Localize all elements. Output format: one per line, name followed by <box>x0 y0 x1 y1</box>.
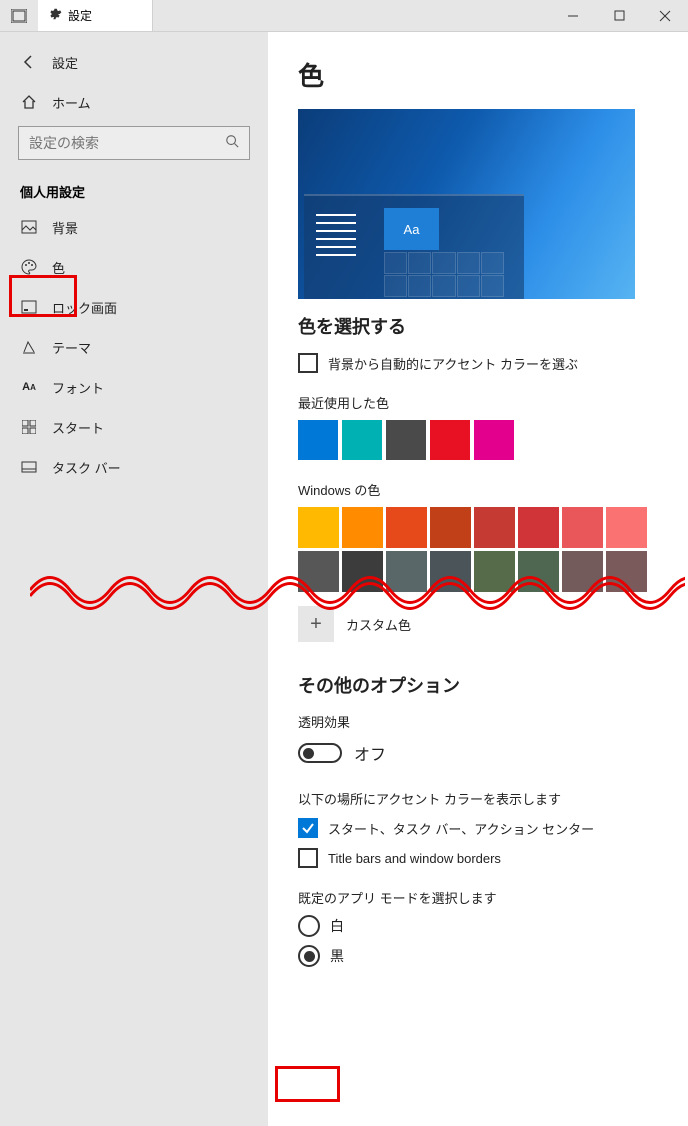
sidebar-item-fonts[interactable]: AA フォント <box>0 367 268 407</box>
sidebar-item-label: 背景 <box>52 218 78 237</box>
sidebar: 設定 ホーム 個人用設定 背景 色 ロック画面 テーマ AA フォン <box>0 32 268 1126</box>
window-controls <box>550 0 688 32</box>
mode-white-row[interactable]: 白 <box>298 915 658 937</box>
page-title: 色 <box>298 56 658 93</box>
minimize-button[interactable] <box>550 0 596 32</box>
preview-sample-text: Aa <box>384 208 439 250</box>
section-title: 個人用設定 <box>0 172 268 207</box>
lockscreen-icon <box>20 300 38 314</box>
sidebar-item-background[interactable]: 背景 <box>0 207 268 247</box>
sidebar-item-label: スタート <box>52 418 104 437</box>
sidebar-item-label: ロック画面 <box>52 298 117 317</box>
custom-color-label: カスタム色 <box>346 615 411 634</box>
theme-icon <box>20 339 38 355</box>
sidebar-item-colors[interactable]: 色 <box>0 247 268 287</box>
checkbox-auto-accent[interactable] <box>298 353 318 373</box>
breadcrumb[interactable]: 設定 <box>0 42 268 82</box>
mode-black-row[interactable]: 黒 <box>298 945 658 967</box>
auto-accent-row[interactable]: 背景から自動的にアクセント カラーを選ぶ <box>298 353 658 373</box>
palette-icon <box>20 259 38 275</box>
color-swatch[interactable] <box>518 551 559 592</box>
color-swatch[interactable] <box>342 420 382 460</box>
color-swatch[interactable] <box>430 507 471 548</box>
home-icon <box>20 94 38 110</box>
gear-icon <box>48 7 62 24</box>
windows-colors <box>298 507 658 592</box>
sidebar-item-label: タスク バー <box>52 458 121 477</box>
tab-title: 設定 <box>68 7 92 24</box>
color-swatch[interactable] <box>562 551 603 592</box>
color-swatch[interactable] <box>298 551 339 592</box>
settings-tab[interactable]: 設定 <box>38 0 153 31</box>
sidebar-home[interactable]: ホーム <box>0 82 268 122</box>
color-swatch[interactable] <box>386 507 427 548</box>
titlebar-left: 設定 <box>0 0 153 31</box>
mode-white-label: 白 <box>330 916 344 936</box>
checkbox-accent-titlebar[interactable] <box>298 848 318 868</box>
transparency-toggle-row[interactable]: オフ <box>298 741 658 765</box>
search-input[interactable] <box>29 135 225 151</box>
other-options-heading: その他のオプション <box>298 672 658 698</box>
default-mode-label: 既定のアプリ モードを選択します <box>298 888 658 907</box>
sidebar-item-label: テーマ <box>52 338 91 357</box>
color-preview: Aa <box>298 109 635 299</box>
custom-color-row[interactable]: + カスタム色 <box>298 606 658 642</box>
taskbar-icon <box>20 461 38 473</box>
recent-colors <box>298 420 658 460</box>
maximize-button[interactable] <box>596 0 642 32</box>
accent-titlebar-row[interactable]: Title bars and window borders <box>298 848 658 868</box>
windows-colors-label: Windows の色 <box>298 480 658 499</box>
transparency-toggle[interactable] <box>298 743 342 763</box>
color-swatch[interactable] <box>518 507 559 548</box>
color-swatch[interactable] <box>342 507 383 548</box>
sidebar-item-themes[interactable]: テーマ <box>0 327 268 367</box>
color-swatch[interactable] <box>298 507 339 548</box>
radio-white[interactable] <box>298 915 320 937</box>
color-swatch[interactable] <box>430 420 470 460</box>
taskview-icon[interactable] <box>0 0 38 31</box>
start-icon <box>20 420 38 434</box>
search-box[interactable] <box>18 126 250 160</box>
color-swatch[interactable] <box>474 551 515 592</box>
main-content: 色 Aa 色を選択する 背景から自動的にアクセント カラーを選ぶ 最近使用した色… <box>268 32 688 1126</box>
picture-icon <box>20 220 38 234</box>
auto-accent-label: 背景から自動的にアクセント カラーを選ぶ <box>328 354 578 373</box>
mode-black-label: 黒 <box>330 946 344 966</box>
checkbox-accent-start[interactable] <box>298 818 318 838</box>
sidebar-item-lockscreen[interactable]: ロック画面 <box>0 287 268 327</box>
titlebar: 設定 <box>0 0 688 32</box>
plus-icon[interactable]: + <box>298 606 334 642</box>
color-swatch[interactable] <box>386 551 427 592</box>
sidebar-item-label: フォント <box>52 378 104 397</box>
color-swatch[interactable] <box>386 420 426 460</box>
sidebar-item-taskbar[interactable]: タスク バー <box>0 447 268 487</box>
sidebar-item-label: 色 <box>52 258 65 277</box>
color-swatch[interactable] <box>606 551 647 592</box>
font-icon: AA <box>20 381 38 393</box>
color-swatch[interactable] <box>298 420 338 460</box>
accent-start-row[interactable]: スタート、タスク バー、アクション センター <box>298 818 658 838</box>
sidebar-item-label: ホーム <box>52 93 91 112</box>
color-swatch[interactable] <box>474 507 515 548</box>
accent-start-label: スタート、タスク バー、アクション センター <box>328 819 594 838</box>
radio-black[interactable] <box>298 945 320 967</box>
recent-colors-label: 最近使用した色 <box>298 393 658 412</box>
color-swatch[interactable] <box>562 507 603 548</box>
choose-color-heading: 色を選択する <box>298 313 658 339</box>
sidebar-item-start[interactable]: スタート <box>0 407 268 447</box>
search-icon <box>225 134 239 153</box>
accent-titlebar-label: Title bars and window borders <box>328 851 501 866</box>
color-swatch[interactable] <box>430 551 471 592</box>
color-swatch[interactable] <box>474 420 514 460</box>
color-swatch[interactable] <box>342 551 383 592</box>
transparency-value: オフ <box>354 741 386 765</box>
close-button[interactable] <box>642 0 688 32</box>
back-icon[interactable] <box>20 54 38 70</box>
breadcrumb-label: 設定 <box>52 53 78 72</box>
color-swatch[interactable] <box>606 507 647 548</box>
transparency-label: 透明効果 <box>298 712 658 731</box>
accent-on-label: 以下の場所にアクセント カラーを表示します <box>298 789 658 808</box>
